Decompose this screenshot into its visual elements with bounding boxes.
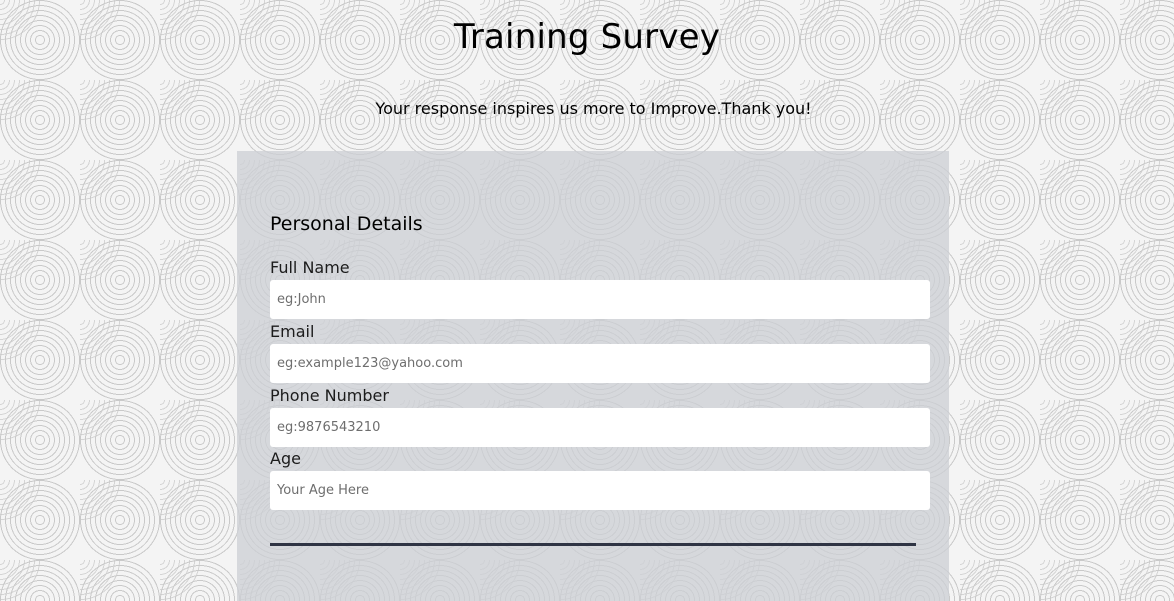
full-name-label: Full Name [270,258,350,277]
survey-form-panel: Personal Details Full Name Email Phone N… [237,151,949,601]
age-label: Age [270,449,301,468]
page-subtitle: Your response inspires us more to Improv… [375,99,812,118]
section-title-personal-details: Personal Details [270,213,423,235]
email-input[interactable] [270,344,930,383]
email-label: Email [270,322,315,341]
section-divider [270,543,916,546]
page-title: Training Survey [453,17,721,57]
age-input[interactable] [270,471,930,510]
full-name-input[interactable] [270,280,930,319]
phone-number-label: Phone Number [270,386,389,405]
phone-number-input[interactable] [270,408,930,447]
